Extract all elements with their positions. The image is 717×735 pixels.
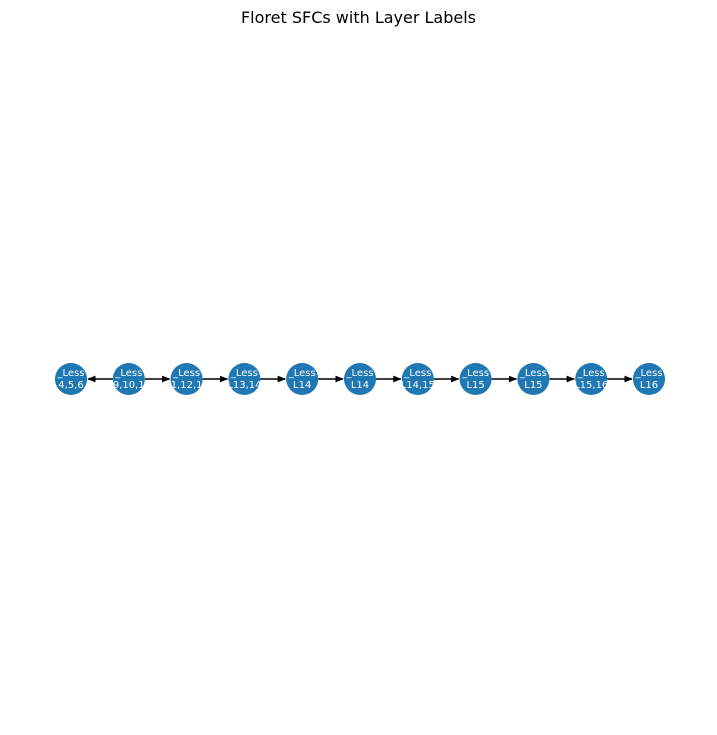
node-label-line2: L16 [640,380,658,391]
node-7: _LessL15 [459,363,492,395]
node-label-line1: _Less [577,368,605,379]
node-10: _LessL16 [633,363,665,395]
node-label-line2: 4,5,6 [58,380,83,391]
node-label-line1: _Less [346,368,374,379]
node-label-line2: L15 [524,380,542,391]
node-label-line1: _Less [230,368,258,379]
node-label-line1: _Less [288,368,316,379]
node-label-line1: _Less [114,368,142,379]
node-8: _LessL15 [517,363,550,395]
node-label-line1: _Less [461,368,489,379]
node-label-line2: 9,10,1 [113,380,145,391]
node-1: _Less9,10,1 [112,363,145,395]
node-3: _LessL13,14 [227,363,262,395]
node-label-line1: _Less [519,368,547,379]
node-0: _Less4,5,6 [55,363,87,395]
node-4: _LessL14 [286,363,319,395]
node-label-line1: _Less [635,368,663,379]
node-2: _Less1,12,1 [170,363,203,395]
node-label-line1: _Less [172,368,200,379]
node-label-line2: 1,12,1 [171,380,203,391]
node-5: _LessL14 [344,363,376,395]
sfc-graph: _Less4,5,6_Less9,10,1_Less1,12,1_LessL13… [55,363,665,395]
node-label-line2: L14,15 [401,380,435,391]
node-label-line2: L14 [293,380,311,391]
node-label-line2: L13,14 [227,380,261,391]
node-9: _LessL15,16 [574,363,608,395]
node-6: _LessL14,15 [401,363,435,395]
node-label-line2: L15,16 [574,380,608,391]
node-label-line2: L14 [351,380,369,391]
node-label-line2: L15 [466,380,484,391]
node-label-line1: _Less [57,368,85,379]
node-label-line1: _Less [403,368,431,379]
